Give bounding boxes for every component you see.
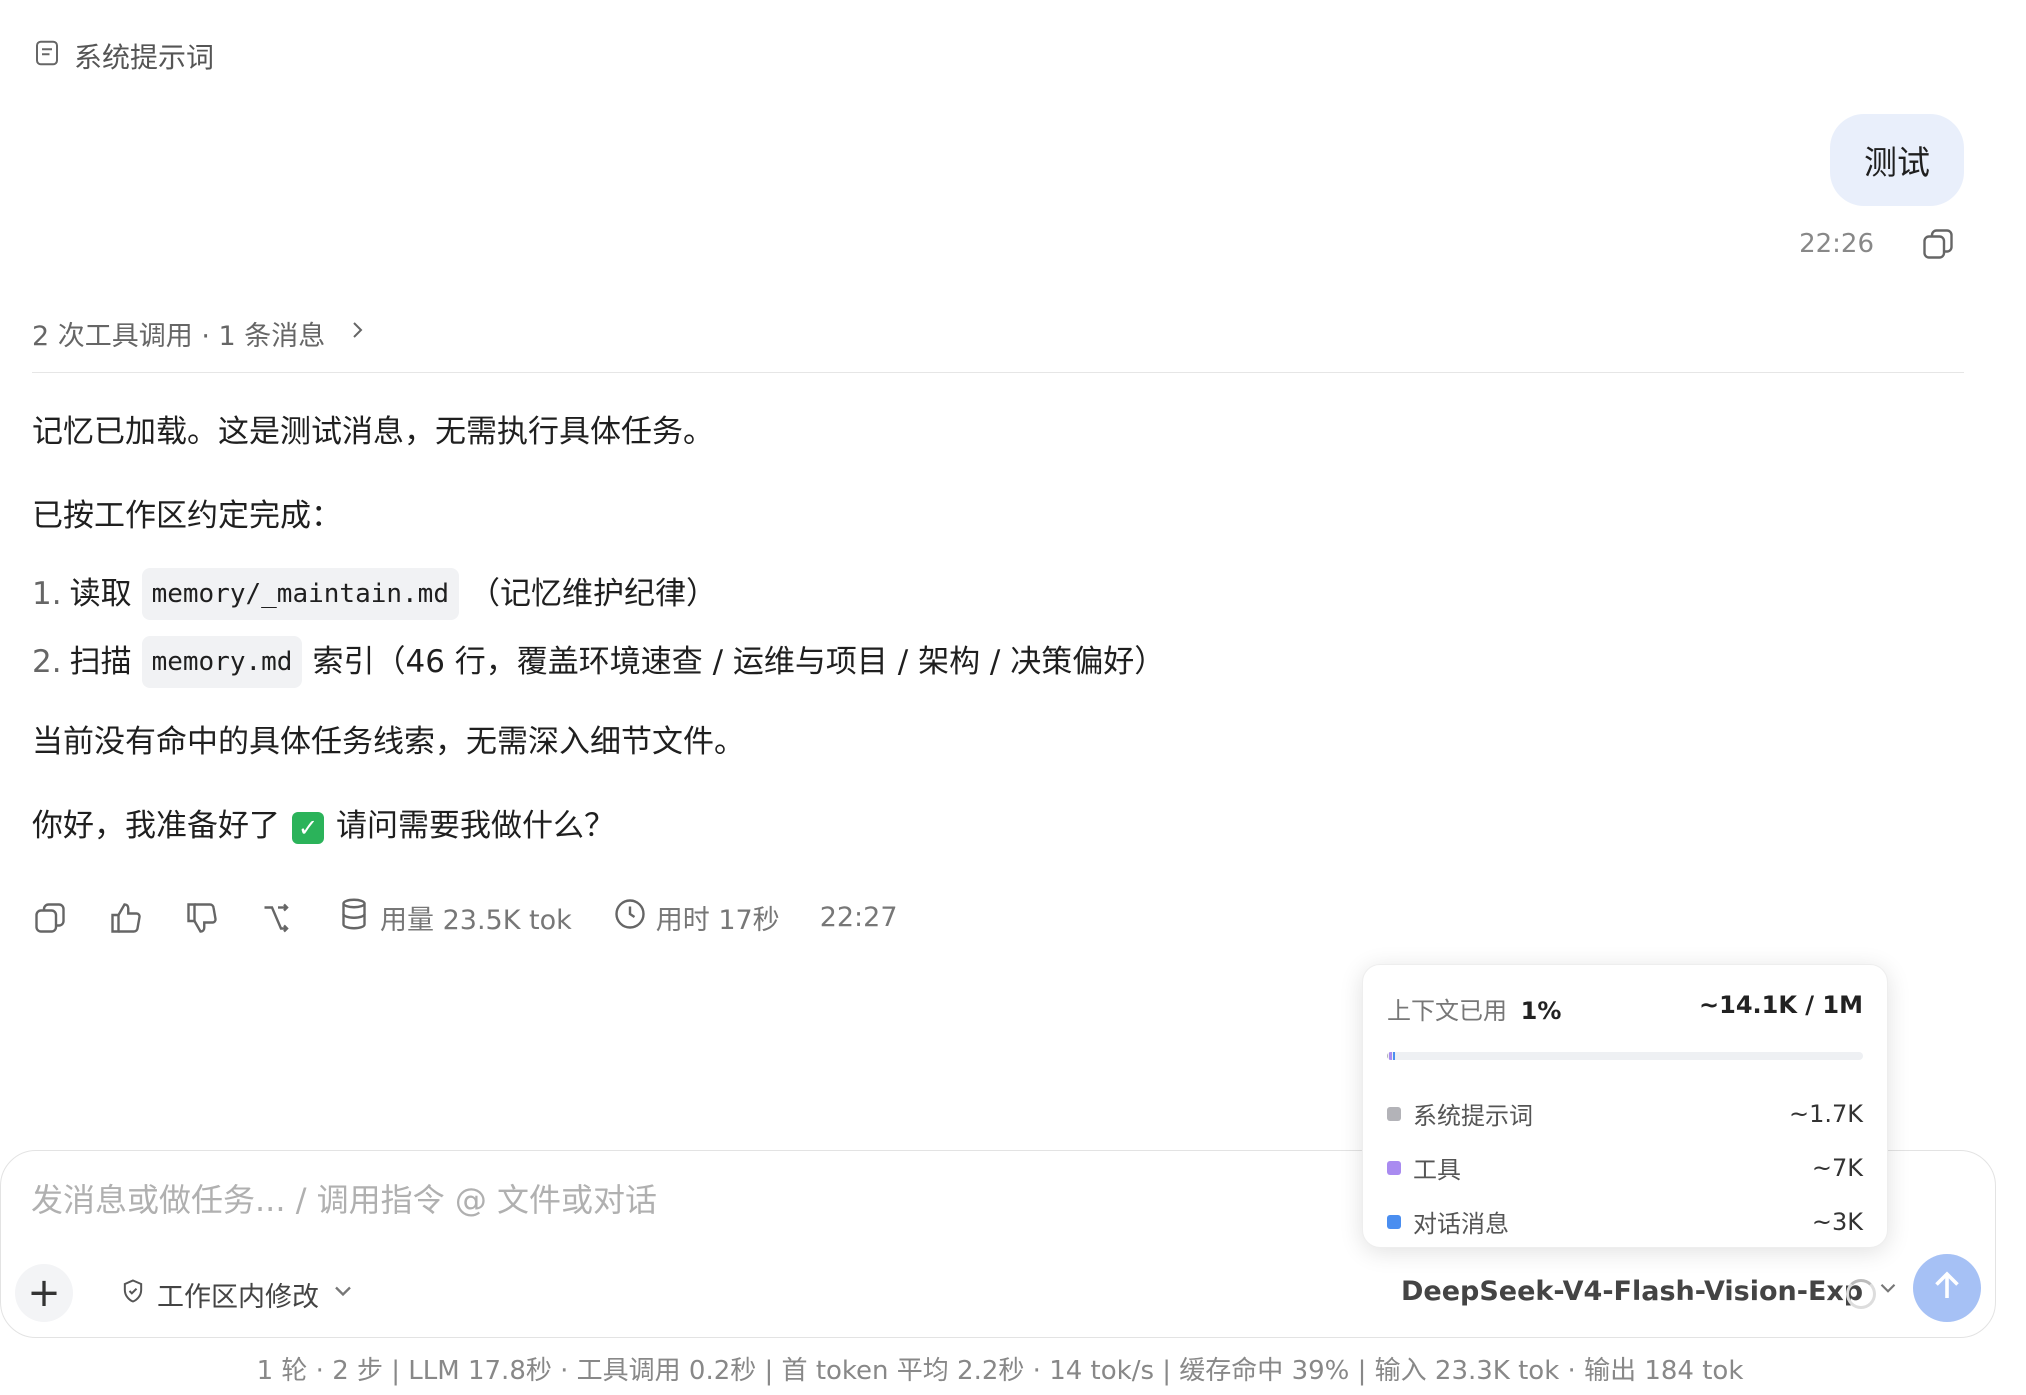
list-text: 扫描 [69, 644, 132, 680]
greeting-text: 你好，我准备好了 [32, 808, 280, 844]
question-text: 请问需要我做什么？ [336, 808, 615, 844]
duration-text: 用时 17秒 [655, 905, 780, 936]
clock-icon [612, 896, 648, 939]
context-bar-segment [1389, 1052, 1393, 1060]
mode-label: 工作区内修改 [157, 1282, 319, 1313]
usage-text: 用量 23.5K tok [380, 905, 572, 936]
mode-select[interactable]: 工作区内修改 [119, 1275, 357, 1314]
chat-page: 系统提示词 测试 22:26 2 次工具调用 · 1 条消息 记忆已加载。这是测… [0, 0, 2026, 1395]
tool-summary-label: 2 次工具调用 · 1 条消息 [32, 321, 326, 352]
assistant-paragraph: 当前没有命中的具体任务线索，无需深入细节文件。 [32, 724, 745, 760]
legend-swatch [1387, 1106, 1401, 1121]
context-percent: 1% [1520, 997, 1562, 1025]
context-row: 对话消息 ~3K [1387, 1204, 1863, 1239]
context-row-value: ~3K [1811, 1207, 1863, 1236]
context-row: 工具 ~7K [1387, 1150, 1863, 1185]
list-number: 2. [32, 644, 62, 680]
chevron-down-icon [1875, 1275, 1901, 1308]
reply-time: 22:27 [819, 902, 898, 933]
run-stats: 1 轮 · 2 步 | LLM 17.8秒 · 工具调用 0.2秒 | 首 to… [256, 1356, 1744, 1386]
system-prompt-link[interactable]: 系统提示词 [32, 36, 214, 76]
context-row-value: ~7K [1811, 1153, 1863, 1182]
context-row-name: 对话消息 [1413, 1210, 1509, 1238]
context-header: 上下文已用 1% ~14.1K / 1M [1387, 991, 1863, 1026]
list-text: 索引（46 行，覆盖环境速查 / 运维与项目 / 架构 / 决策偏好） [312, 644, 1166, 680]
plus-icon: + [27, 1270, 61, 1316]
inline-code: memory/_maintain.md [141, 568, 459, 620]
arrow-up-icon [1929, 1268, 1965, 1308]
duration-stat: 用时 17秒 [612, 896, 780, 939]
divider [32, 372, 1964, 373]
legend-swatch [1387, 1214, 1401, 1229]
shield-edit-icon [119, 1277, 147, 1312]
context-row-name: 系统提示词 [1413, 1102, 1533, 1130]
document-icon [32, 38, 62, 75]
context-progress-bar [1387, 1052, 1863, 1060]
legend-swatch [1387, 1160, 1401, 1175]
assistant-paragraph: 你好，我准备好了 ✓ 请问需要我做什么？ [32, 802, 1932, 850]
thumbs-down-icon[interactable] [184, 900, 220, 936]
context-row-value: ~1.7K [1788, 1099, 1863, 1128]
context-total: ~14.1K / 1M [1699, 991, 1863, 1019]
model-select[interactable]: DeepSeek-V4-Flash-Vision-Exp [1401, 1275, 1901, 1308]
assistant-list: 1. 读取 memory/_maintain.md （记忆维护纪律） 2. 扫描… [32, 568, 1932, 688]
assistant-paragraph: 记忆已加载。这是测试消息，无需执行具体任务。 [32, 414, 714, 450]
thumbs-up-icon[interactable] [108, 900, 144, 936]
assistant-paragraph: 已按工作区约定完成： [32, 498, 342, 534]
context-row: 系统提示词 ~1.7K [1387, 1096, 1863, 1131]
context-usage-popover: 上下文已用 1% ~14.1K / 1M 系统提示词 ~1.7K 工具 ~7K … [1362, 964, 1888, 1248]
list-item: 2. 扫描 memory.md 索引（46 行，覆盖环境速查 / 运维与项目 /… [32, 636, 1932, 688]
assistant-message: 记忆已加载。这是测试消息，无需执行具体任务。 已按工作区约定完成： 1. 读取 … [32, 408, 1932, 886]
list-item: 1. 读取 memory/_maintain.md （记忆维护纪律） [32, 568, 1932, 620]
list-number: 1. [32, 576, 62, 612]
check-mark-icon: ✓ [292, 811, 324, 844]
branch-icon[interactable] [260, 900, 296, 936]
context-ring-icon[interactable] [1846, 1279, 1876, 1309]
message-actions: 用量 23.5K tok 用时 17秒 22:27 [32, 896, 898, 939]
list-text: 读取 [69, 576, 132, 612]
context-label: 上下文已用 [1387, 997, 1507, 1025]
user-message-time: 22:26 [1799, 229, 1874, 259]
database-icon [336, 896, 372, 939]
inline-code: memory.md [141, 636, 303, 688]
context-bar-segment [1393, 1052, 1395, 1060]
tool-calls-summary[interactable]: 2 次工具调用 · 1 条消息 [32, 314, 369, 353]
context-row-name: 工具 [1413, 1156, 1461, 1184]
model-label: DeepSeek-V4-Flash-Vision-Exp [1401, 1276, 1864, 1307]
usage-stat: 用量 23.5K tok [336, 896, 572, 939]
context-breakdown: 系统提示词 ~1.7K 工具 ~7K 对话消息 ~3K [1387, 1096, 1863, 1239]
chevron-down-icon [329, 1277, 357, 1312]
user-message-meta: 22:26 [1799, 226, 1956, 262]
user-message-bubble: 测试 [1830, 114, 1964, 206]
copy-icon[interactable] [1920, 226, 1956, 262]
message-input[interactable] [31, 1181, 1331, 1219]
copy-icon[interactable] [32, 900, 68, 936]
chevron-right-icon [345, 318, 369, 349]
list-text: （记忆维护纪律） [469, 576, 717, 612]
system-prompt-label: 系统提示词 [74, 41, 215, 74]
send-button[interactable] [1913, 1254, 1981, 1322]
add-attachment-button[interactable]: + [15, 1264, 73, 1322]
